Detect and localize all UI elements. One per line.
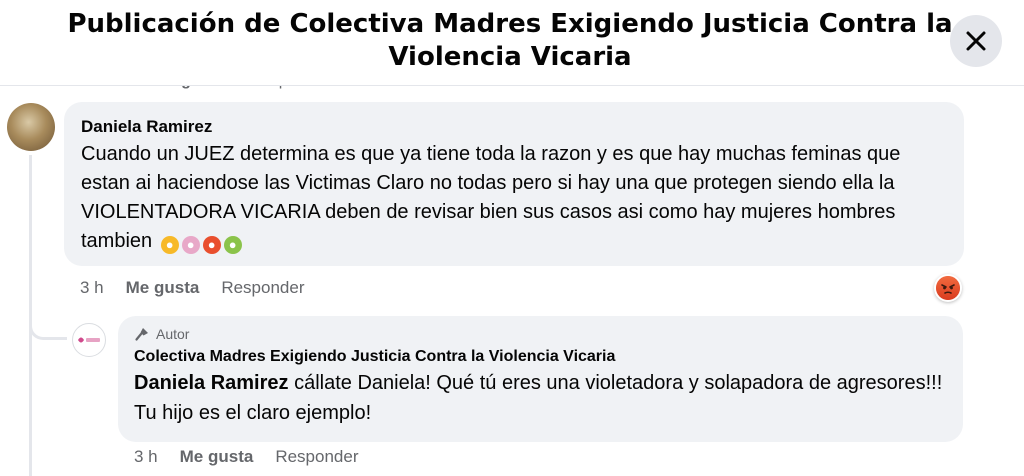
- comment-text: Cuando un JUEZ determina es que ya tiene…: [81, 143, 901, 252]
- author-badge-label: Autor: [156, 326, 190, 342]
- dialog-header: Publicación de Colectiva Madres Exigiend…: [0, 0, 1024, 86]
- reply-button[interactable]: Responder: [221, 278, 304, 298]
- reply-actions: 3 h Me gusta Responder: [134, 447, 359, 467]
- like-button[interactable]: Me gusta: [126, 278, 200, 298]
- dialog-title: Publicación de Colectiva Madres Exigiend…: [67, 9, 953, 72]
- comment-bubble: Daniela Ramirez Cuando un JUEZ determina…: [64, 102, 964, 266]
- person-gesturing-emoji: ●: [181, 236, 200, 254]
- comment-author[interactable]: Daniela Ramirez: [81, 116, 947, 138]
- thumbs-up-emoji: ●: [160, 236, 179, 254]
- nauseated-face-emoji: ●: [223, 236, 242, 254]
- reply-like-button[interactable]: Me gusta: [180, 447, 254, 467]
- author-badge: Autor: [134, 326, 947, 342]
- mention-link[interactable]: Daniela Ramirez: [134, 372, 289, 394]
- close-button[interactable]: [950, 15, 1002, 67]
- comment-actions: 3 h Me gusta Responder: [80, 278, 305, 298]
- microphone-icon: [135, 328, 148, 341]
- reply-connector: [29, 300, 67, 340]
- angry-reaction-icon[interactable]: [934, 274, 962, 302]
- avatar[interactable]: [7, 103, 55, 151]
- reply-text-wrap: Daniela Ramirez cállate Daniela! Qué tú …: [134, 368, 947, 428]
- close-icon: [966, 31, 986, 51]
- reply-author[interactable]: Colectiva Madres Exigiendo Justicia Cont…: [134, 346, 947, 368]
- reply-reply-button[interactable]: Responder: [275, 447, 358, 467]
- angry-face-emoji: ●: [202, 236, 221, 254]
- comment-time[interactable]: 3 h: [80, 278, 104, 298]
- reply-bubble: Autor Colectiva Madres Exigiendo Justici…: [118, 316, 963, 442]
- angry-face-icon: [936, 276, 960, 300]
- reply-time[interactable]: 3 h: [134, 447, 158, 467]
- comment-text-wrap: Cuando un JUEZ determina es que ya tiene…: [81, 140, 947, 256]
- page-avatar[interactable]: [72, 323, 106, 357]
- logo-icon: [78, 337, 100, 343]
